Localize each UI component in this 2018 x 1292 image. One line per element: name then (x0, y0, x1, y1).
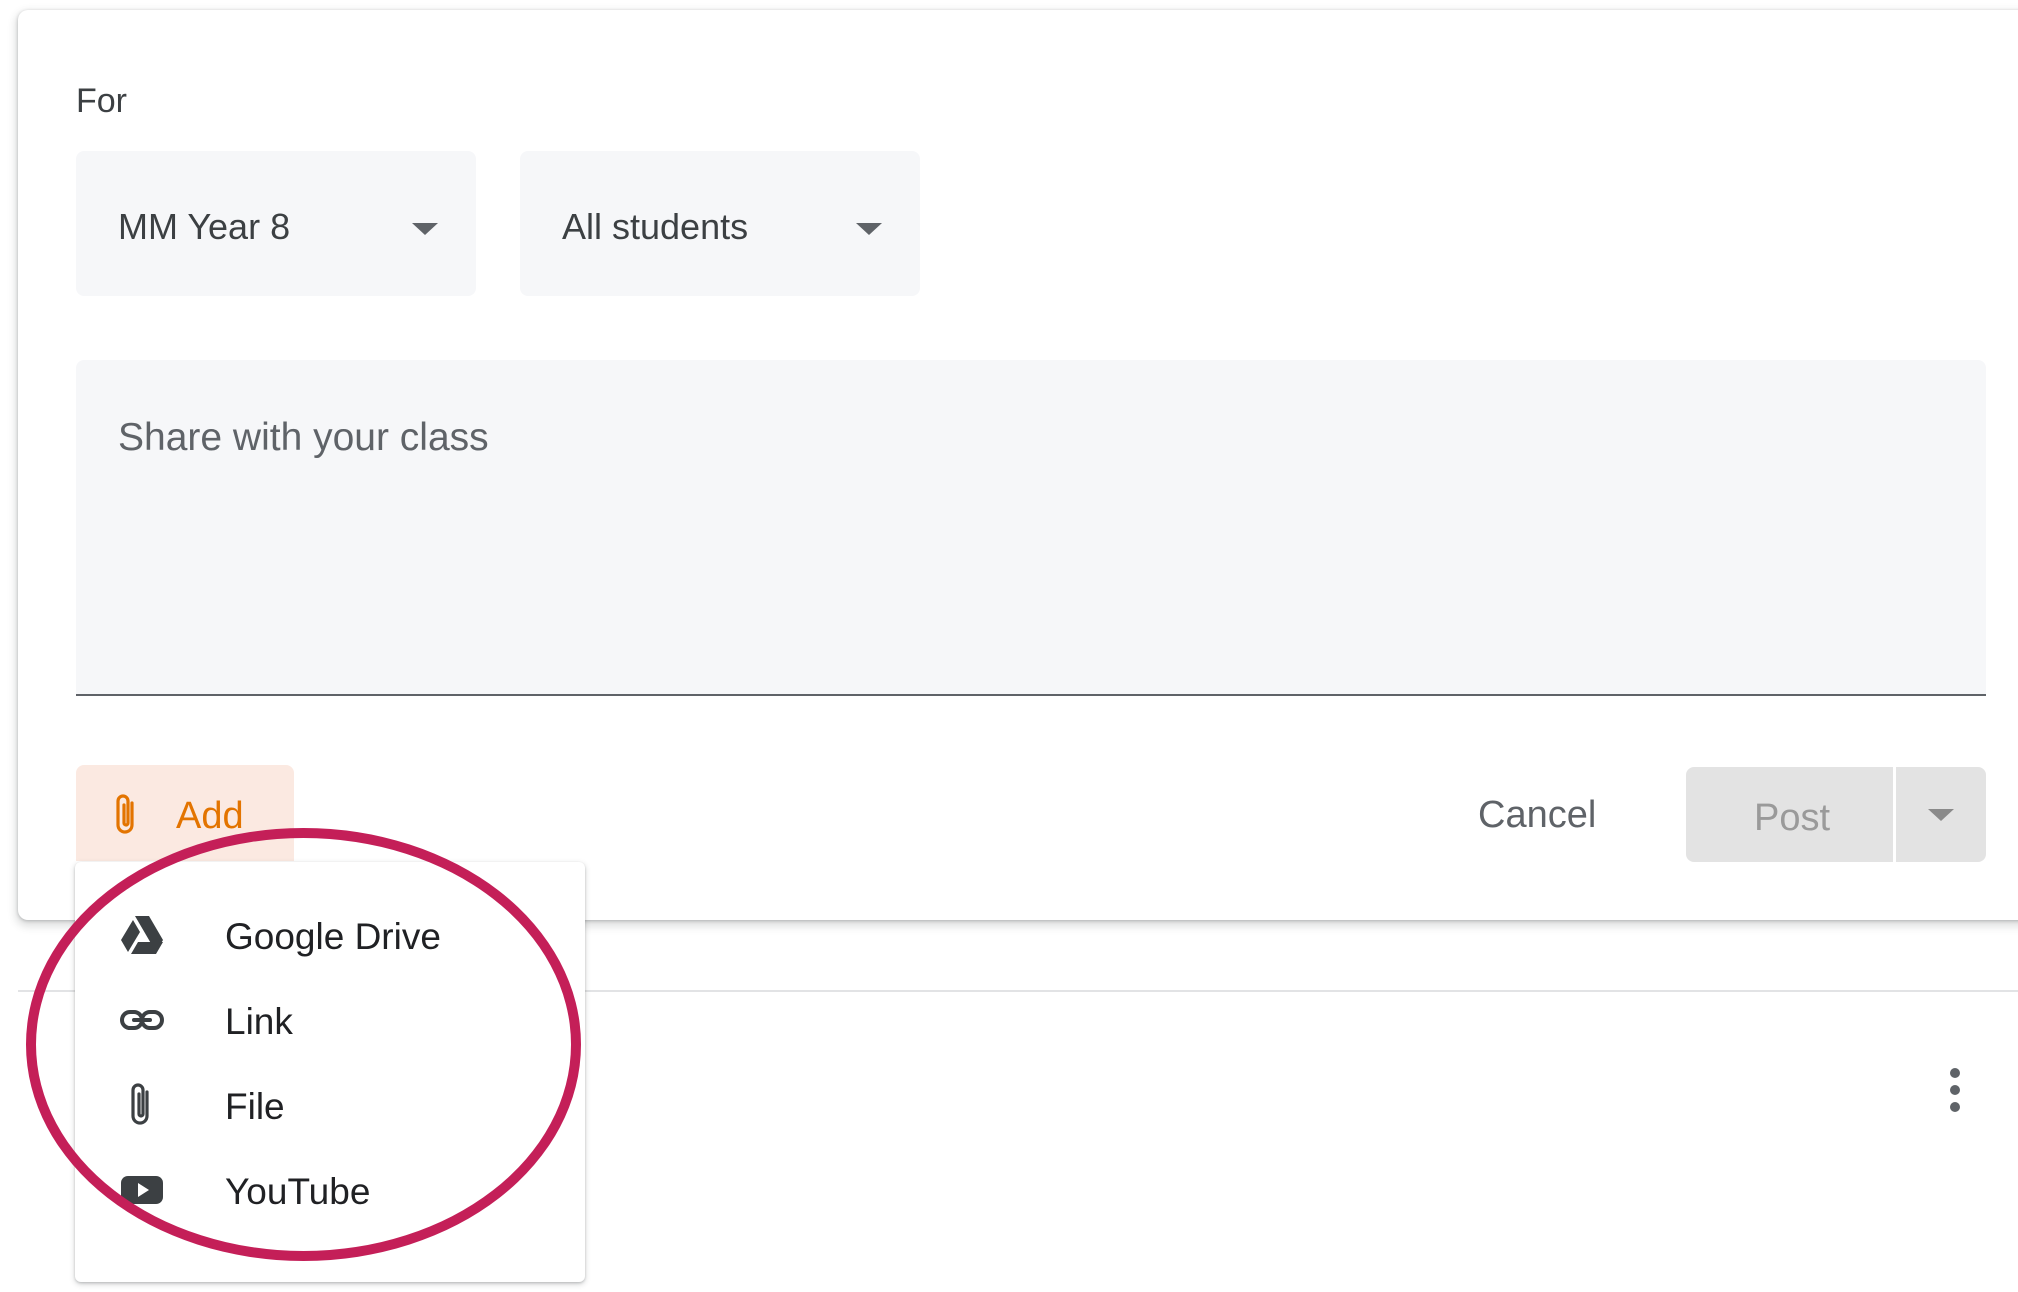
youtube-icon (119, 1167, 165, 1213)
class-select-value: MM Year 8 (118, 206, 291, 247)
post-divider (1893, 767, 1896, 862)
menu-item-label: Google Drive (225, 916, 441, 957)
share-textarea[interactable]: Share with your class (76, 360, 1986, 696)
google-drive-icon (119, 912, 165, 958)
post-options-chevron-icon[interactable] (1928, 809, 1954, 821)
more-vert-icon[interactable] (1948, 1068, 1962, 1118)
announcement-composer: For MM Year 8 All students Share with yo… (18, 10, 2018, 920)
class-select[interactable]: MM Year 8 (76, 151, 476, 296)
post-button-group: Post (1686, 767, 1986, 862)
students-select[interactable]: All students (520, 151, 920, 296)
menu-item-file[interactable]: File (75, 1062, 585, 1147)
menu-item-label: File (225, 1086, 285, 1127)
menu-item-youtube[interactable]: YouTube (75, 1147, 585, 1232)
add-label: Add (176, 795, 244, 837)
menu-item-link[interactable]: Link (75, 977, 585, 1062)
add-menu: Google Drive Link File YouTube (75, 862, 585, 1282)
paperclip-icon (119, 1082, 165, 1128)
chevron-down-icon (856, 223, 882, 235)
menu-item-google-drive[interactable]: Google Drive (75, 892, 585, 977)
menu-item-label: Link (225, 1001, 293, 1042)
students-select-value: All students (562, 206, 749, 247)
link-icon (119, 997, 165, 1043)
cancel-button[interactable]: Cancel (1478, 794, 1596, 837)
for-label: For (76, 82, 127, 120)
chevron-down-icon (412, 223, 438, 235)
share-placeholder: Share with your class (118, 416, 489, 459)
menu-item-label: YouTube (225, 1171, 371, 1212)
post-button[interactable]: Post (1754, 797, 1830, 840)
add-attachment-button[interactable]: Add (76, 765, 294, 861)
paperclip-icon (112, 793, 140, 842)
